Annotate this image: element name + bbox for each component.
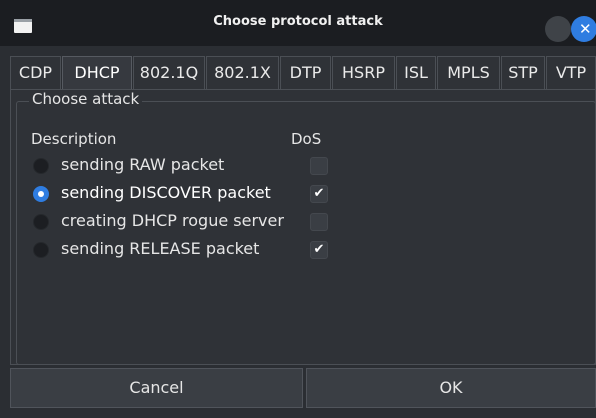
- attack-label: creating DHCP rogue server: [61, 211, 284, 230]
- attack-row-release[interactable]: sending RELEASE packet ✔: [31, 237, 351, 263]
- attack-row-discover[interactable]: sending DISCOVER packet ✔: [31, 181, 351, 207]
- attack-label: sending RELEASE packet: [61, 239, 260, 258]
- tab-content-pane: Choose attack Description DoS sending RA…: [10, 89, 596, 365]
- tab-802-1q[interactable]: 802.1Q: [133, 56, 205, 90]
- attack-radio[interactable]: [33, 158, 49, 174]
- attack-radio[interactable]: [33, 214, 49, 230]
- minimize-button[interactable]: [545, 16, 571, 42]
- tab-dtp[interactable]: DTP: [280, 56, 331, 90]
- cancel-button[interactable]: Cancel: [10, 368, 303, 408]
- dos-checkbox[interactable]: [310, 157, 328, 175]
- attack-row-rogue-server[interactable]: creating DHCP rogue server: [31, 209, 351, 235]
- tab-hsrp[interactable]: HSRP: [332, 56, 395, 90]
- window-title: Choose protocol attack: [213, 14, 383, 29]
- close-icon[interactable]: ✕: [571, 16, 596, 42]
- attack-radio[interactable]: [33, 186, 49, 202]
- description-column-header: Description: [31, 130, 117, 148]
- tab-dhcp[interactable]: DHCP: [62, 56, 132, 91]
- tab-isl[interactable]: ISL: [396, 56, 436, 90]
- groupbox-title: Choose attack: [29, 90, 143, 108]
- tab-vtp[interactable]: VTP: [546, 56, 596, 90]
- tab-mpls[interactable]: MPLS: [437, 56, 500, 90]
- attack-label: sending DISCOVER packet: [61, 183, 271, 202]
- dos-checkbox[interactable]: [310, 213, 328, 231]
- dos-checkbox[interactable]: ✔: [310, 241, 328, 259]
- tab-802-1x[interactable]: 802.1X: [206, 56, 279, 90]
- title-bar[interactable]: Choose protocol attack ✕: [0, 0, 596, 46]
- attack-radio[interactable]: [33, 242, 49, 258]
- tab-stp[interactable]: STP: [501, 56, 545, 90]
- attack-label: sending RAW packet: [61, 155, 225, 174]
- ok-button[interactable]: OK: [306, 368, 596, 408]
- tab-cdp[interactable]: CDP: [10, 56, 61, 90]
- dos-checkbox[interactable]: ✔: [310, 185, 328, 203]
- dialog-window: Choose protocol attack ✕ CDP DHCP 802.1Q…: [0, 0, 596, 418]
- attack-row-raw[interactable]: sending RAW packet: [31, 153, 351, 179]
- dos-column-header: DoS: [291, 130, 322, 148]
- attack-groupbox: Choose attack Description DoS sending RA…: [16, 90, 596, 365]
